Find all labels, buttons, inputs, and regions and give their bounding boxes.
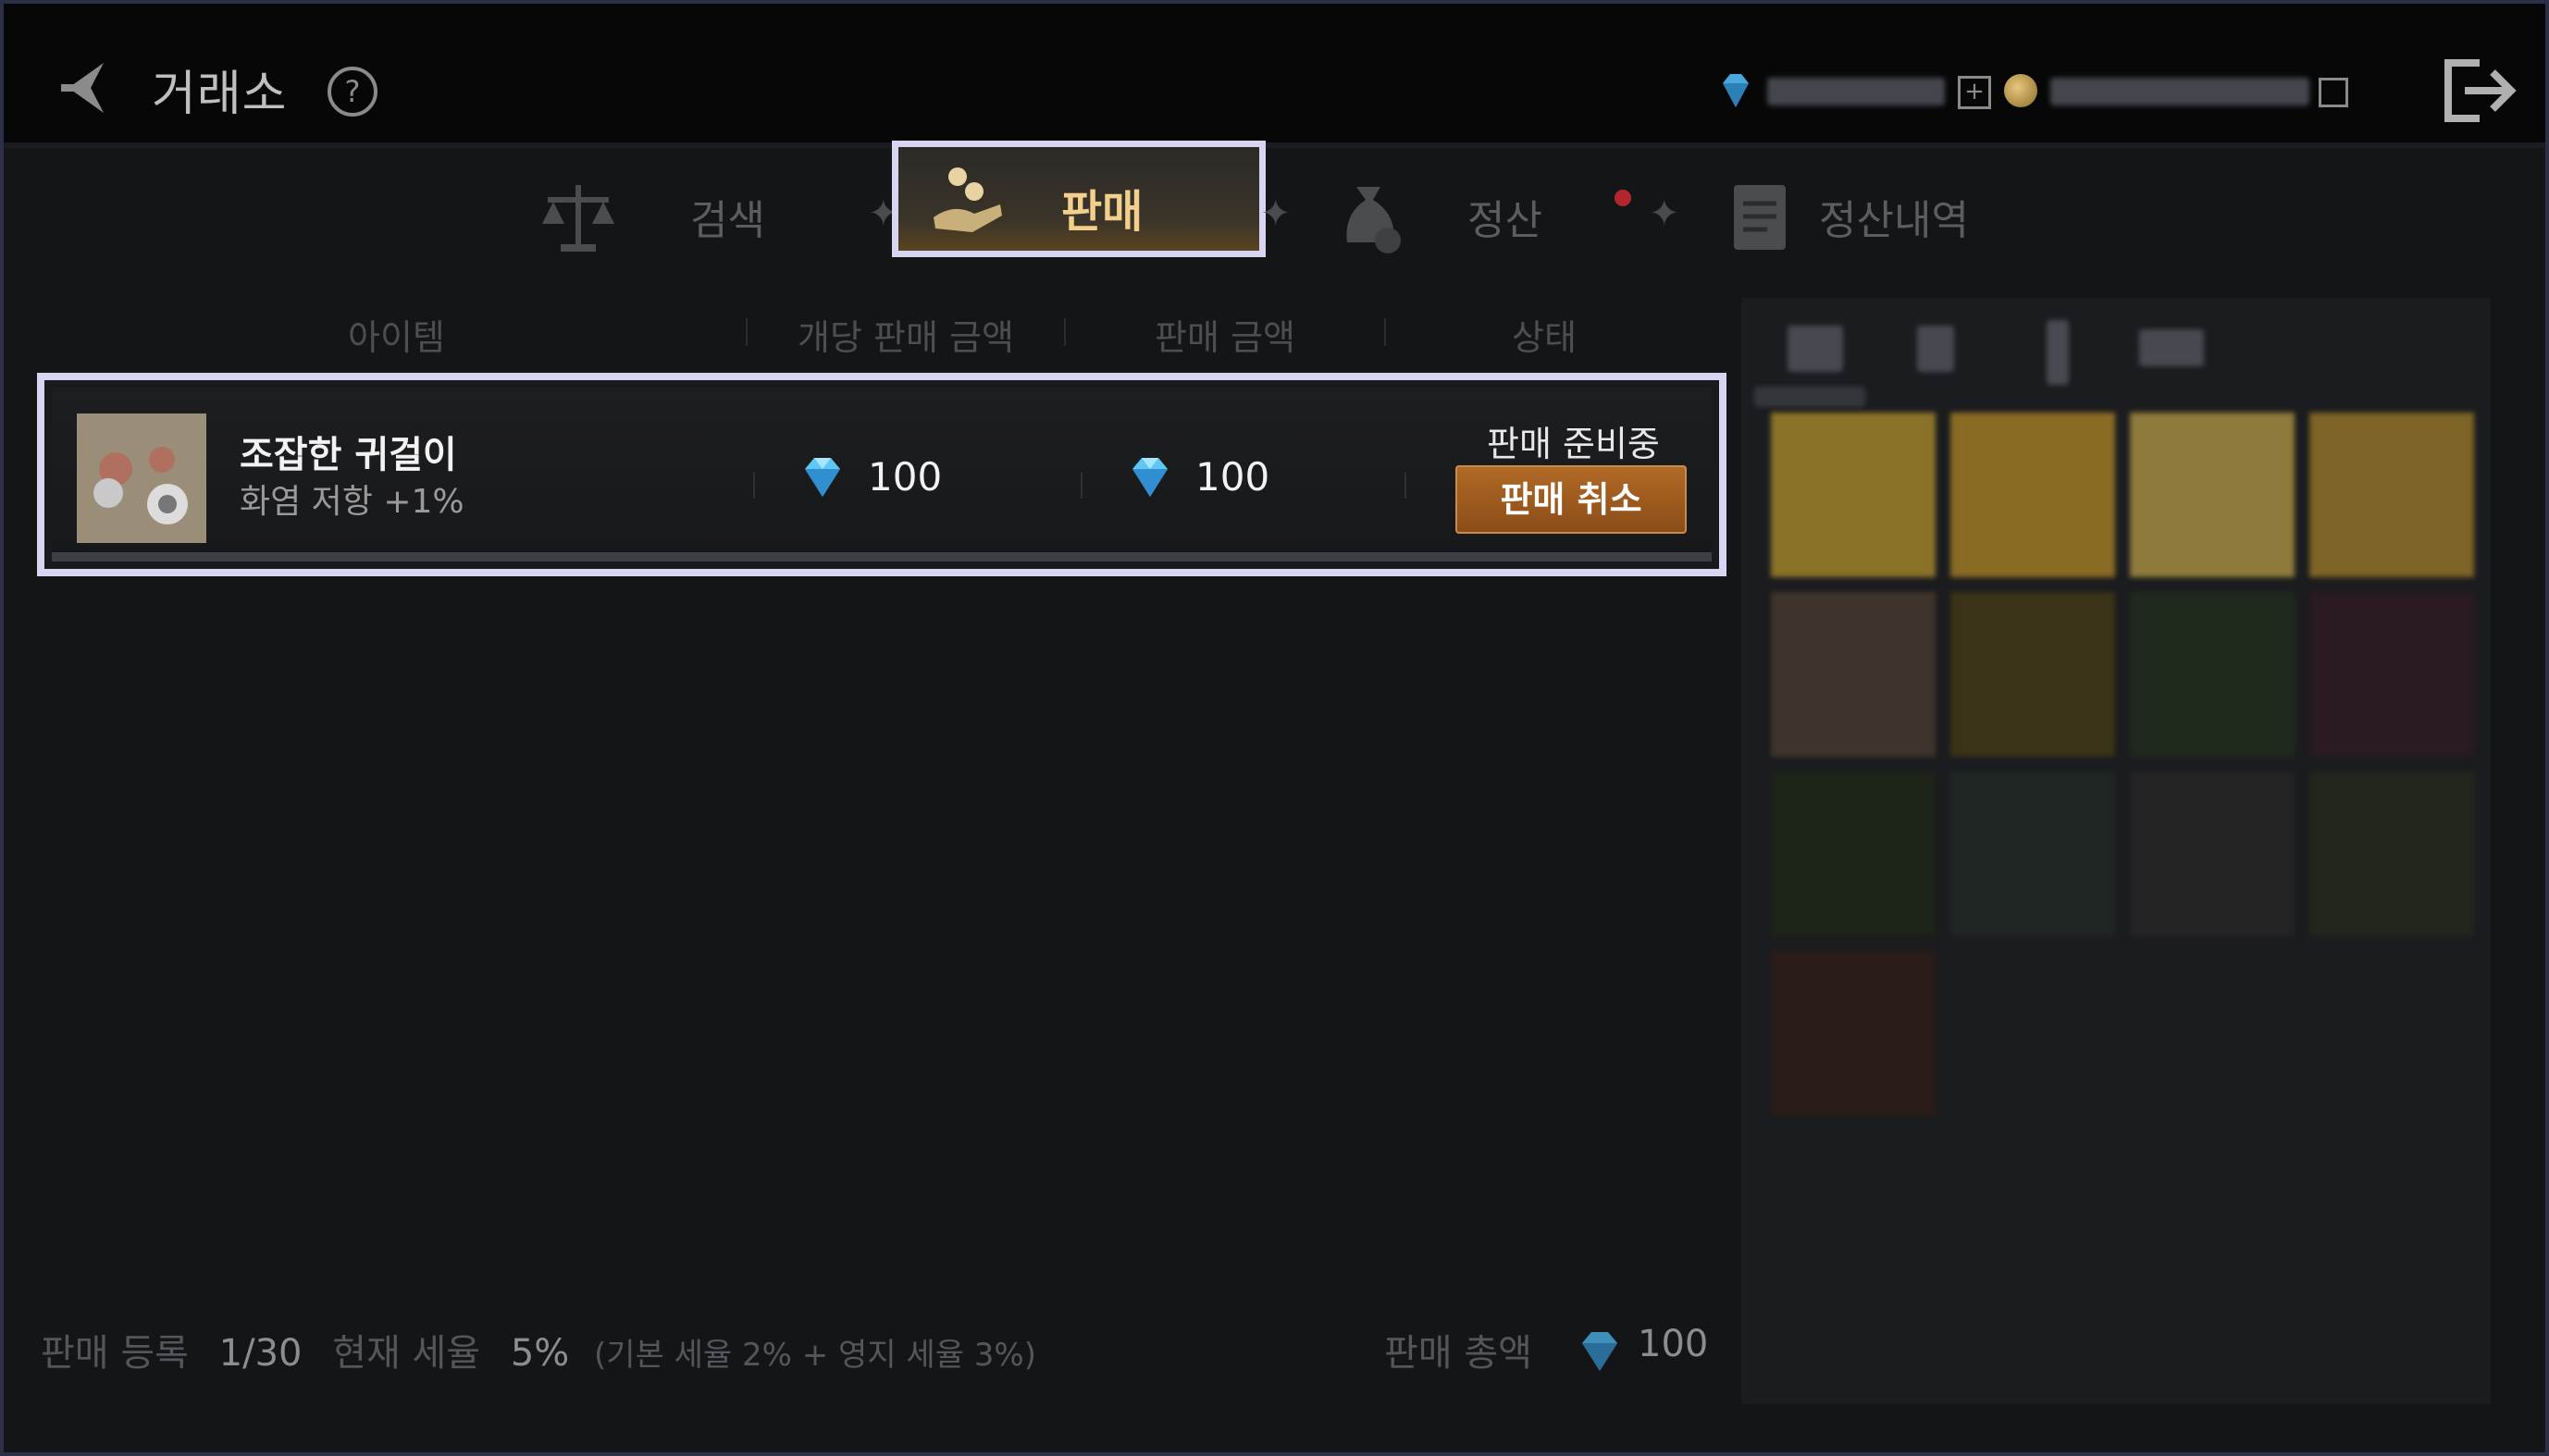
listing-row[interactable]: 조잡한 귀걸이 화염 저항 +1% 100 100 판매 준비중 판매 취소 — [37, 373, 1726, 576]
inventory-slot[interactable] — [1950, 413, 2115, 577]
sparkle-icon: ✦ — [1649, 192, 1680, 235]
inventory-slot[interactable] — [1771, 413, 1936, 577]
inventory-filter-blurred[interactable] — [1917, 326, 1954, 372]
scale-icon — [542, 185, 614, 252]
inventory-filter-blurred[interactable] — [2139, 329, 2204, 366]
diamond-icon — [1723, 74, 1749, 107]
row-separator — [1404, 473, 1406, 499]
row-separator — [1081, 473, 1083, 499]
currency-dropdown-icon[interactable] — [2319, 78, 2348, 107]
currency-area: + — [1715, 70, 2348, 111]
inventory-slot[interactable] — [1771, 771, 1936, 936]
tab-search-label: 검색 — [690, 197, 765, 244]
column-separator — [746, 318, 748, 346]
tab-sell-label: 판매 — [1061, 186, 1144, 238]
page-title: 거래소 — [152, 67, 288, 122]
registered-value: 1/30 — [218, 1332, 303, 1375]
inventory-slot[interactable] — [2130, 413, 2295, 577]
listing-row-background: 조잡한 귀걸이 화염 저항 +1% 100 100 판매 준비중 판매 취소 — [52, 388, 1712, 561]
total-sales-area: 판매 총액 — [1384, 1323, 1532, 1376]
coins-hand-icon — [934, 167, 1002, 232]
tab-settlement[interactable]: 정산 — [1329, 167, 1569, 268]
tab-sell[interactable]: 판매 — [892, 141, 1266, 257]
tab-settlement-history[interactable]: 정산내역 — [1723, 167, 2074, 268]
column-header-status: 상태 — [1512, 317, 1577, 358]
column-header-unit-price: 개당 판매 금액 — [798, 317, 1014, 358]
item-stat: 화염 저항 +1% — [240, 483, 464, 521]
top-bar: 거래소 ? + — [4, 4, 2545, 148]
earring-item-icon — [77, 413, 206, 543]
inventory-filter-blurred[interactable] — [1788, 326, 1843, 372]
listing-row-divider — [52, 552, 1712, 561]
tab-settlement-history-label: 정산내역 — [1819, 197, 1969, 244]
exit-icon[interactable] — [2443, 57, 2517, 124]
tab-search[interactable]: 검색 — [537, 167, 851, 268]
diamond-amount-redacted — [1767, 78, 1945, 105]
total-sales-label: 판매 총액 — [1384, 1332, 1532, 1375]
inventory-filter-blurred[interactable] — [2047, 320, 2069, 385]
registered-label: 판매 등록 — [41, 1332, 189, 1375]
diamond-icon — [1582, 1332, 1617, 1371]
diamond-icon — [1132, 458, 1168, 497]
column-header-item: 아이템 — [348, 317, 445, 358]
unit-price-value: 100 — [868, 454, 943, 500]
sparkle-icon: ✦ — [1260, 192, 1292, 235]
money-bag-icon — [1346, 187, 1401, 253]
back-arrow-icon[interactable] — [52, 56, 117, 120]
diamond-icon — [805, 458, 840, 497]
add-diamond-button[interactable]: + — [1958, 76, 1991, 109]
column-separator — [1384, 318, 1386, 346]
column-separator — [1064, 318, 1066, 346]
inventory-slot[interactable] — [1771, 951, 1936, 1116]
total-sales-value: 100 — [1638, 1323, 1709, 1365]
inventory-slot[interactable] — [2309, 771, 2474, 936]
total-price-value: 100 — [1195, 454, 1270, 500]
inventory-slot[interactable] — [2309, 413, 2474, 577]
inventory-slot[interactable] — [2130, 592, 2295, 757]
tax-label: 현재 세율 — [332, 1332, 481, 1375]
inventory-slot[interactable] — [1771, 592, 1936, 757]
inventory-slot[interactable] — [1950, 771, 2115, 936]
inventory-slot[interactable] — [1950, 592, 2115, 757]
coin-amount-redacted — [2050, 78, 2309, 105]
tax-detail: (기본 세율 2% + 영지 세율 3%) — [594, 1337, 1036, 1374]
row-separator — [753, 473, 755, 499]
coin-icon — [2004, 74, 2037, 107]
inventory-label-blurred — [1754, 387, 1865, 407]
inventory-panel — [1741, 298, 2491, 1404]
tax-value: 5% — [510, 1332, 570, 1375]
inventory-slot[interactable] — [2130, 771, 2295, 936]
item-name: 조잡한 귀걸이 — [240, 434, 457, 476]
notification-dot — [1615, 190, 1631, 206]
column-header-total-price: 판매 금액 — [1155, 317, 1295, 358]
tab-settlement-label: 정산 — [1467, 197, 1542, 244]
listing-status: 판매 준비중 — [1487, 424, 1660, 464]
help-icon[interactable]: ? — [328, 67, 377, 117]
ledger-icon — [1734, 185, 1786, 250]
inventory-slot[interactable] — [2309, 592, 2474, 757]
cancel-sale-button[interactable]: 판매 취소 — [1455, 465, 1687, 534]
